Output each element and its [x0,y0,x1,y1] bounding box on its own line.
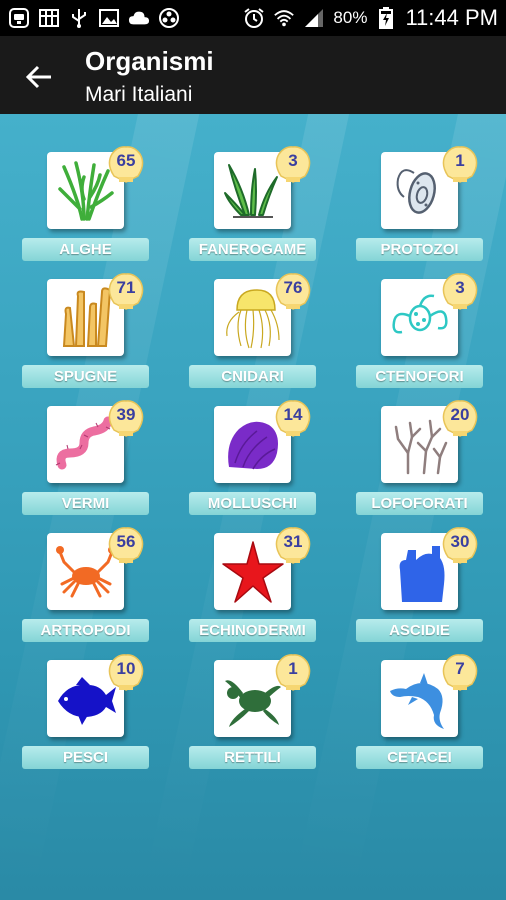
clock: 11:44 PM [405,5,498,30]
wifi-icon [273,7,295,29]
category-tile-ascidie[interactable]: 30 ASCIDIE [356,527,483,657]
category-tile-artropodi[interactable]: 56 ARTROPODI [22,527,149,657]
category-label[interactable]: SPUGNE [22,365,149,388]
category-label[interactable]: CTENOFORI [356,365,483,388]
battery-percentage: 80% [333,8,368,27]
count-badge: 71 [106,273,146,311]
category-tile-echinodermi[interactable]: 31 ECHINODERMI [189,527,316,657]
category-label[interactable]: CNIDARI [189,365,316,388]
count-badge: 10 [106,654,146,692]
category-label[interactable]: PROTOZOI [356,238,483,261]
category-tile-alghe[interactable]: 65 ALGHE [22,146,149,276]
alarm-icon [243,7,265,29]
category-label[interactable]: ASCIDIE [356,619,483,642]
count-value: 3 [455,278,465,297]
count-badge: 1 [440,146,480,184]
category-label[interactable]: LOFOFORATI [356,492,483,515]
category-tile-vermi[interactable]: 39 VERMI [22,400,149,530]
count-value: 1 [288,659,298,678]
page-title: Organismi [85,46,214,76]
category-tile-fanerogame[interactable]: 3 FANEROGAME [189,146,316,276]
category-label[interactable]: MOLLUSCHI [189,492,316,515]
count-value: 56 [116,532,136,551]
category-tile-ctenofori[interactable]: 3 CTENOFORI [356,273,483,403]
category-label[interactable]: VERMI [22,492,149,515]
arrow-back-icon [25,65,51,89]
category-tile-rettili[interactable]: 1 RETTILI [189,654,316,784]
category-label[interactable]: PESCI [22,746,149,769]
page-subtitle: Mari Italiani [85,83,193,106]
status-bar: 80% 11:44 PM [0,0,506,36]
count-badge: 30 [440,527,480,565]
category-tile-molluschi[interactable]: 14 MOLLUSCHI [189,400,316,530]
cloud-icon [128,7,150,29]
category-label[interactable]: ALGHE [22,238,149,261]
count-badge: 7 [440,654,480,692]
count-value: 31 [283,532,303,551]
category-label[interactable]: FANEROGAME [189,238,316,261]
category-grid[interactable]: 65 ALGHE 3 FANEROGAME 1 PROTOZOI 71 SPUG… [0,114,506,900]
grid-icon [38,7,60,29]
app-bar: Organismi Mari Italiani [0,36,506,114]
category-label[interactable]: CETACEI [356,746,483,769]
count-value: 20 [450,405,470,424]
count-value: 7 [455,659,465,678]
count-badge: 65 [106,146,146,184]
count-value: 65 [116,151,136,170]
battery-charging-icon [375,7,397,29]
usb-icon [68,7,90,29]
count-badge: 31 [273,527,313,565]
count-badge: 56 [106,527,146,565]
app-circle-icon [158,7,180,29]
count-badge: 39 [106,400,146,438]
count-value: 30 [450,532,470,551]
count-value: 76 [283,278,303,297]
category-label[interactable]: ECHINODERMI [189,619,316,642]
count-value: 14 [283,405,303,424]
count-badge: 76 [273,273,313,311]
category-label[interactable]: ARTROPODI [22,619,149,642]
count-badge: 1 [273,654,313,692]
count-badge: 3 [273,146,313,184]
category-tile-cetacei[interactable]: 7 CETACEI [356,654,483,784]
category-tile-lofoforati[interactable]: 20 LOFOFORATI [356,400,483,530]
category-tile-pesci[interactable]: 10 PESCI [22,654,149,784]
count-value: 1 [455,151,465,170]
count-value: 39 [116,405,136,424]
category-tile-protozoi[interactable]: 1 PROTOZOI [356,146,483,276]
back-button[interactable] [20,58,58,96]
category-label[interactable]: RETTILI [189,746,316,769]
count-value: 10 [116,659,136,678]
category-tile-spugne[interactable]: 71 SPUGNE [22,273,149,403]
count-value: 71 [116,278,136,297]
signal-icon [303,7,325,29]
image-icon [98,7,120,29]
category-tile-cnidari[interactable]: 76 CNIDARI [189,273,316,403]
notification-app-icon [8,7,30,29]
count-badge: 20 [440,400,480,438]
count-value: 3 [288,151,298,170]
count-badge: 3 [440,273,480,311]
count-badge: 14 [273,400,313,438]
